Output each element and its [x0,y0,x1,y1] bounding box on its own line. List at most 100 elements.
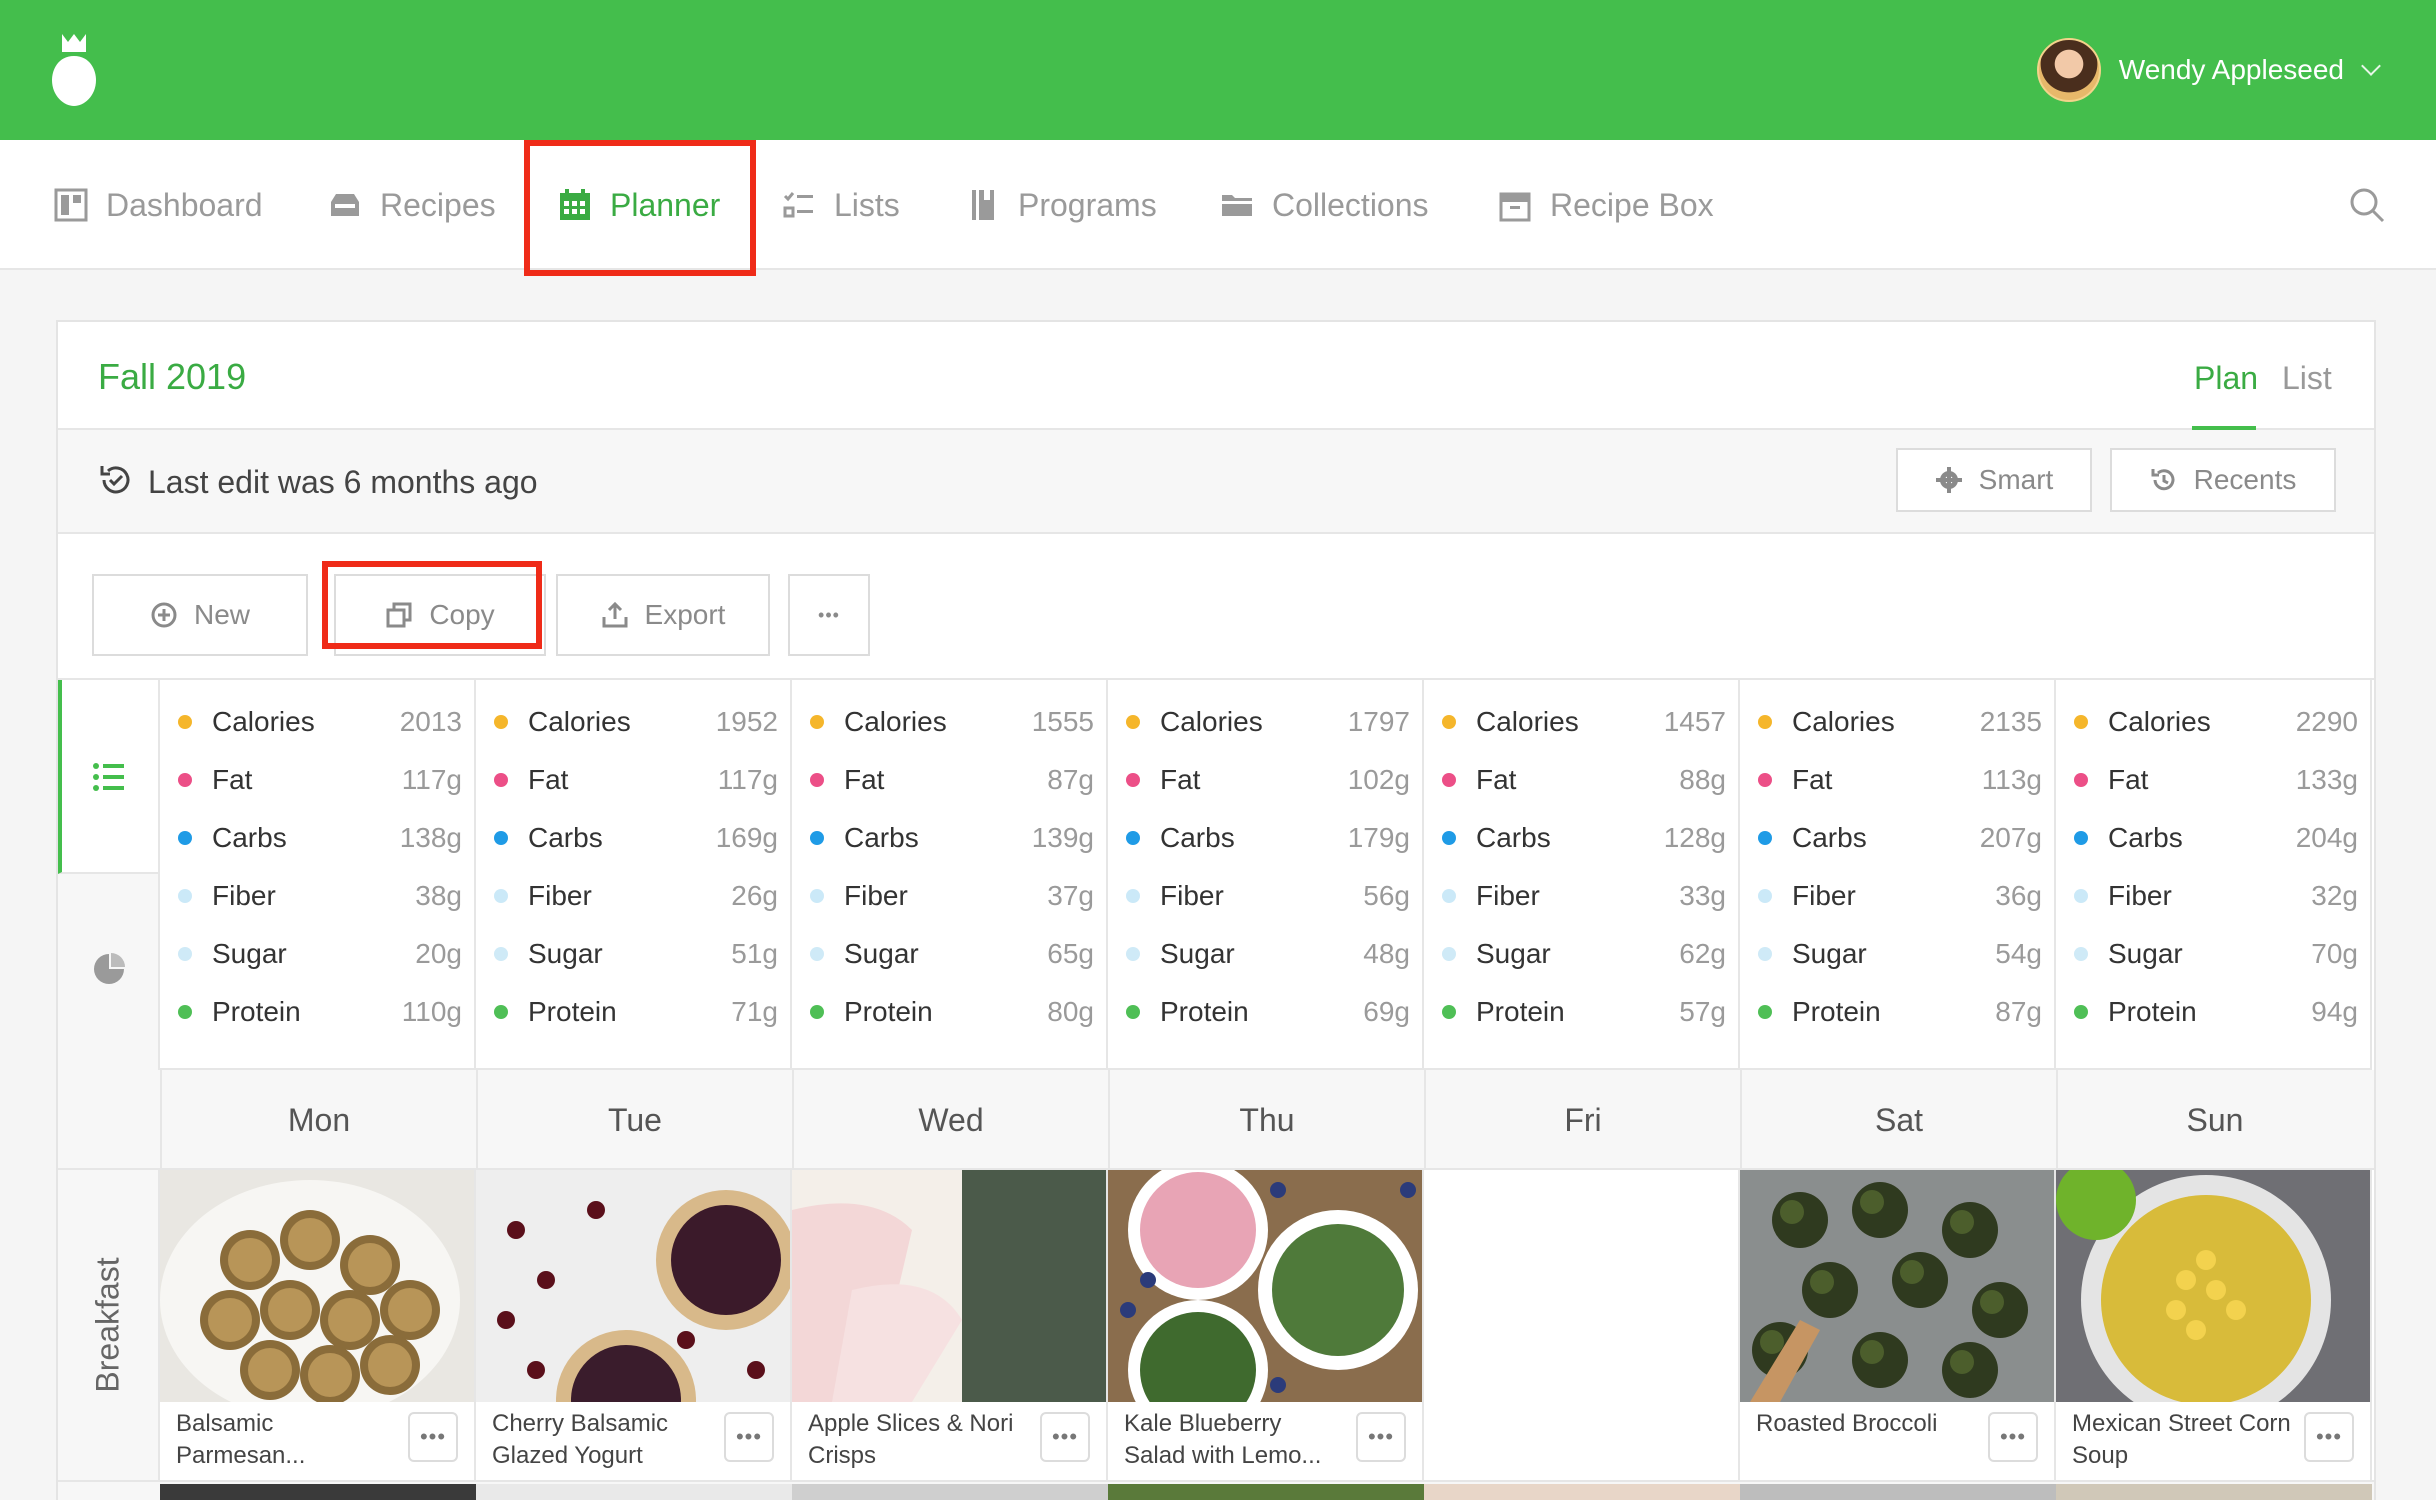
nutrient-value: 133g [2295,764,2358,795]
nutrient-label: Calories [844,706,947,737]
user-menu[interactable]: Wendy Appleseed [2036,38,2381,102]
nutrient-value: 179g [1347,822,1410,853]
day-header-fri: Fri [1424,1070,1740,1170]
planner-highlight-box [524,140,756,276]
nutrient-row-calories: Calories 1952 [494,702,778,742]
last-edit-row: Last edit was 6 months ago Smart Recents [58,430,2374,534]
nutrient-label: Sugar [212,938,287,969]
nav-collections[interactable]: Collections [1220,140,1429,270]
nutrient-dot-icon [178,831,192,845]
recipe-image[interactable] [1108,1170,1422,1402]
gear-icon [1935,467,1962,493]
nutrient-label: Sugar [528,938,603,969]
meal-slot-fri[interactable] [1424,1170,1740,1480]
nutrient-row-sugar: Sugar 54g [1758,934,2042,974]
recipe-more-button[interactable]: ••• [1040,1412,1090,1462]
next-meal-image[interactable] [476,1484,792,1500]
recipe-more-button[interactable]: ••• [408,1412,458,1462]
nutrient-dot-icon [1126,1005,1140,1019]
tab-list[interactable]: List [2282,360,2332,397]
recipe-image[interactable] [2056,1170,2370,1402]
next-meal-image[interactable] [160,1484,476,1500]
recipe-name[interactable]: Mexican Street Corn Soup [2072,1408,2292,1472]
recipe-name[interactable]: Cherry Balsamic Glazed Yogurt [492,1408,712,1472]
meal-slot-sat[interactable]: Roasted Broccoli ••• [1740,1170,2056,1480]
user-name: Wendy Appleseed [2118,54,2344,85]
nutrient-label: Calories [1160,706,1263,737]
nutrient-dot-icon [1758,715,1772,729]
recipe-image[interactable] [1740,1170,2054,1402]
book-icon [972,190,994,220]
recipe-image[interactable] [792,1170,1106,1402]
nutrient-value: 65g [1047,938,1094,969]
nutrient-label: Sugar [1792,938,1867,969]
recipe-more-button[interactable]: ••• [1356,1412,1406,1462]
nutrient-row-sugar: Sugar 62g [1442,934,1726,974]
nutrient-dot-icon [1758,1005,1772,1019]
recipe-more-button[interactable]: ••• [1988,1412,2038,1462]
nutrient-dot-icon [810,831,824,845]
next-meal-image[interactable] [1108,1484,1424,1500]
recipe-name[interactable]: Apple Slices & Nori Crisps [808,1408,1028,1472]
nutrient-label: Calories [2108,706,2211,737]
nav-programs[interactable]: Programs [966,140,1157,270]
avatar[interactable] [2036,38,2101,102]
meal-slot-sun[interactable]: Mexican Street Corn Soup ••• [2056,1170,2372,1480]
export-plan-button[interactable]: Export [556,574,770,656]
nutrient-value: 117g [717,764,778,795]
planner-card: Fall 2019 Plan List Last edit was 6 mont… [56,320,2376,1500]
recipe-more-button[interactable]: ••• [724,1412,774,1462]
nutrient-value: 128g [1663,822,1726,853]
nav-lists[interactable]: Lists [782,140,900,270]
next-meal-image[interactable] [1424,1484,1740,1500]
nutrient-label: Carbs [1476,822,1551,853]
nutrient-label: Calories [1792,706,1895,737]
recipe-name[interactable]: Balsamic Parmesan... [176,1408,396,1472]
next-meal-image[interactable] [1740,1484,2056,1500]
meal-slot-thu[interactable]: Kale Blueberry Salad with Lemo... ••• [1108,1170,1424,1480]
nav-dashboard[interactable]: Dashboard [54,140,263,270]
next-meal-image[interactable] [2056,1484,2372,1500]
recipe-more-button[interactable]: ••• [2304,1412,2354,1462]
chart-view-tab[interactable] [58,874,158,1070]
nutrient-dot-icon [2074,947,2088,961]
search-icon[interactable] [2348,186,2386,224]
tab-plan[interactable]: Plan [2194,360,2258,397]
nutrition-summary-thu: Calories 1797 Fat 102g Carbs 179g Fiber 56g Suga… [1108,680,1424,1070]
nutrient-dot-icon [810,947,824,961]
list-view-tab[interactable] [58,680,158,874]
nutrient-label: Protein [1476,996,1565,1027]
nutrient-value: 1555 [1031,706,1094,737]
nutrient-label: Carbs [528,822,603,853]
plan-title[interactable]: Fall 2019 [98,356,246,398]
next-meal-image[interactable] [792,1484,1108,1500]
day-header-sat: Sat [1740,1070,2056,1170]
nutrient-value: 71g [731,996,778,1027]
day-header-thu: Thu [1108,1070,1424,1170]
nutrient-row-calories: Calories 1555 [810,702,1094,742]
nutrient-row-fiber: Fiber 36g [1758,876,2042,916]
meal-slot-mon[interactable]: Balsamic Parmesan... ••• [160,1170,476,1480]
nutrient-label: Carbs [1792,822,1867,853]
recipe-image[interactable] [160,1170,474,1402]
smart-button[interactable]: Smart [1896,448,2092,512]
recents-button[interactable]: Recents [2110,448,2336,512]
more-options-button[interactable]: ••• [788,574,870,656]
recipe-image[interactable] [476,1170,790,1402]
recipe-name[interactable]: Kale Blueberry Salad with Lemo... [1124,1408,1344,1472]
nutrient-label: Calories [1476,706,1579,737]
nutrient-row-calories: Calories 2290 [2074,702,2358,742]
recipe-name[interactable]: Roasted Broccoli [1756,1408,1976,1440]
nav-label: Programs [1018,186,1157,223]
new-plan-button[interactable]: New [92,574,308,656]
recipes-icon [331,194,359,216]
logo-icon[interactable] [52,34,96,106]
nav-recipes[interactable]: Recipes [328,140,496,270]
copy-highlight-box [322,561,542,649]
nav-recipe-box[interactable]: Recipe Box [1498,140,1714,270]
nav-label: Collections [1272,186,1429,223]
nutrient-row-carbs: Carbs 179g [1126,818,1410,858]
meal-slot-tue[interactable]: Cherry Balsamic Glazed Yogurt ••• [476,1170,792,1480]
nutrient-row-carbs: Carbs 207g [1758,818,2042,858]
meal-slot-wed[interactable]: Apple Slices & Nori Crisps ••• [792,1170,1108,1480]
